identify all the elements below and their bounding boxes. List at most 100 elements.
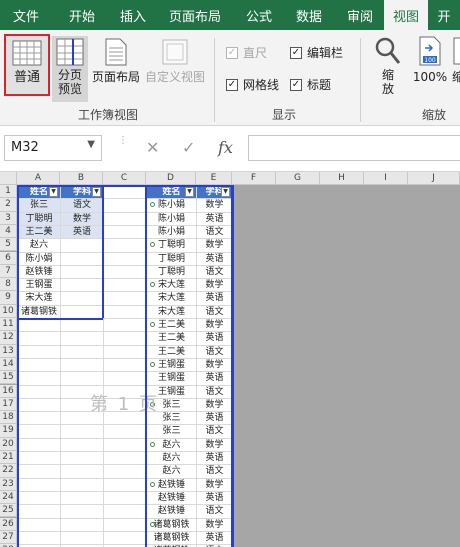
column-header[interactable]: E (196, 172, 232, 185)
cell[interactable]: 王二美 (18, 225, 60, 239)
tab-formulas[interactable]: 公式 (236, 0, 282, 30)
normal-view-button[interactable]: 普通 (4, 34, 50, 96)
filter-dropdown-icon[interactable]: ▼ (221, 187, 230, 197)
row-header[interactable]: 13 (0, 344, 17, 358)
error-indicator-icon[interactable] (150, 322, 155, 327)
cell[interactable]: 张三 (147, 425, 196, 437)
cell[interactable]: 诸葛钢铁 (18, 306, 60, 318)
cell[interactable]: 数学 (197, 199, 232, 211)
filter-dropdown-icon[interactable]: ▼ (49, 187, 58, 197)
column-header[interactable]: C (103, 172, 146, 185)
cell[interactable]: 语文 (61, 199, 103, 212)
column-header[interactable]: I (364, 172, 408, 185)
row-header[interactable]: 27 (0, 530, 17, 545)
formula-bar-checkbox[interactable]: ✓ 编辑栏 (290, 44, 343, 61)
cell[interactable]: 英语 (197, 213, 232, 225)
cell[interactable]: 数学 (197, 399, 232, 411)
row-header[interactable]: 17 (0, 397, 17, 412)
row-header[interactable]: 15 (0, 371, 17, 385)
cell[interactable]: 英语 (197, 253, 232, 265)
cell[interactable]: 数学 (197, 439, 232, 451)
row-header[interactable]: 12 (0, 331, 17, 345)
name-box[interactable]: M32 ▼ (4, 135, 102, 161)
filter-dropdown-icon[interactable]: ▼ (92, 187, 101, 197)
tab-home[interactable]: 开始 (52, 0, 112, 30)
error-indicator-icon[interactable] (150, 521, 155, 527)
cell[interactable]: 丁聪明 (18, 212, 60, 225)
cell[interactable]: 陈小娟 (147, 226, 196, 238)
column-header[interactable]: A (17, 172, 60, 185)
cell[interactable]: 数学 (197, 319, 232, 331)
cell[interactable]: 英语 (197, 532, 232, 544)
row-header[interactable]: 2 (0, 198, 17, 212)
row-header[interactable]: 9 (0, 291, 17, 305)
cancel-icon[interactable]: ✕ (146, 138, 159, 157)
page-break-line[interactable] (231, 185, 234, 547)
error-indicator-icon[interactable] (150, 481, 155, 487)
page-layout-view-button[interactable]: 页面布局 (90, 36, 142, 96)
cell[interactable]: 英语 (197, 372, 232, 384)
row-header[interactable]: 19 (0, 424, 17, 438)
row-header[interactable]: 7 (0, 264, 17, 279)
row-header[interactable]: 18 (0, 411, 17, 425)
custom-views-button[interactable]: 自定义视图 (144, 36, 206, 96)
cell[interactable]: 英语 (197, 292, 232, 304)
cell[interactable]: 语文 (197, 306, 232, 318)
tab-developer[interactable]: 开 (428, 0, 460, 30)
error-indicator-icon[interactable] (150, 361, 155, 367)
cell[interactable]: 英语 (197, 492, 232, 504)
cell[interactable]: 赵铁锤 (147, 505, 196, 517)
row-header[interactable]: 5 (0, 238, 17, 252)
cell[interactable]: 数学 (197, 279, 232, 291)
cell[interactable]: 赵六 (147, 465, 196, 477)
cell[interactable]: 数学 (197, 239, 232, 251)
row-header[interactable]: 14 (0, 357, 17, 372)
row-header[interactable]: 24 (0, 490, 17, 505)
page-break-line[interactable] (145, 185, 147, 547)
tab-file[interactable]: 文件 (0, 0, 52, 30)
cell[interactable]: 语文 (197, 425, 232, 437)
cell[interactable]: 英语 (197, 452, 232, 464)
column-header[interactable]: J (408, 172, 460, 185)
row-header[interactable]: 11 (0, 318, 17, 332)
cell[interactable]: 张三 (18, 199, 60, 212)
zoom-100-button[interactable]: 100 100% (410, 36, 450, 96)
row-header[interactable]: 6 (0, 251, 17, 265)
row-header[interactable]: 3 (0, 211, 17, 225)
cell[interactable]: 王二美 (147, 346, 196, 358)
tab-insert[interactable]: 插入 (112, 0, 154, 30)
cell[interactable]: 数学 (197, 359, 232, 371)
cell[interactable]: 数学 (61, 212, 103, 225)
drag-handle-icon[interactable]: ⋮ (118, 136, 128, 158)
cell[interactable]: 陈小娟 (147, 213, 196, 225)
cell[interactable]: 陈小娟 (18, 253, 60, 265)
page-break-line[interactable] (102, 185, 104, 318)
cell[interactable]: 宋大莲 (18, 292, 60, 304)
enter-check-icon[interactable]: ✓ (182, 138, 195, 157)
insert-function-icon[interactable]: fx (218, 138, 233, 157)
tab-data[interactable]: 数据 (282, 0, 336, 30)
cell[interactable]: 丁聪明 (147, 266, 196, 278)
page-break-line[interactable] (17, 318, 103, 320)
column-header[interactable]: D (146, 172, 196, 185)
cell[interactable]: 英语 (197, 412, 232, 424)
headings-checkbox[interactable]: ✓ 标题 (290, 76, 331, 93)
row-header[interactable]: 16 (0, 384, 17, 398)
cell[interactable]: 语文 (197, 266, 232, 278)
cell[interactable]: 语文 (197, 386, 232, 398)
row-header[interactable]: 10 (0, 304, 17, 318)
row-header[interactable]: 23 (0, 477, 17, 491)
formula-input[interactable] (248, 135, 460, 161)
cell[interactable]: 语文 (197, 226, 232, 238)
zoom-to-selection-button[interactable]: 缩 (452, 36, 460, 96)
row-header[interactable]: 26 (0, 517, 17, 531)
cell[interactable]: 王钢蛋 (18, 279, 60, 291)
row-header[interactable]: 20 (0, 437, 17, 451)
cell[interactable]: 宋大莲 (147, 292, 196, 304)
page-break-line[interactable] (17, 185, 19, 547)
filter-dropdown-icon[interactable]: ▼ (185, 187, 194, 197)
cell[interactable]: 数学 (197, 519, 232, 531)
cell[interactable]: 丁聪明 (147, 253, 196, 265)
cell[interactable]: 宋大莲 (147, 306, 196, 318)
cell[interactable]: 赵铁锤 (18, 266, 60, 278)
